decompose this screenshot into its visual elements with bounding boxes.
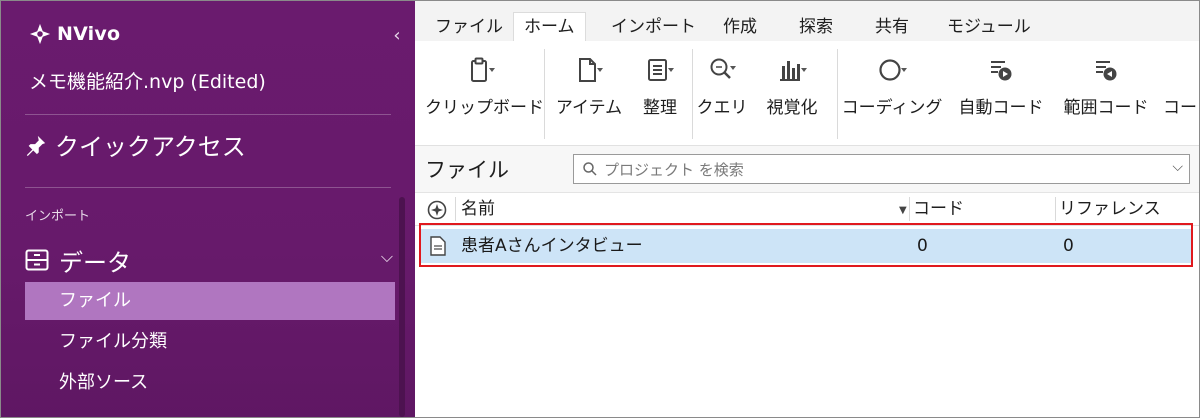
column-header-reference[interactable]: リファレンス	[1059, 193, 1161, 225]
app-window: NVivo ‹ メモ機能紹介.nvp (Edited) クイックアクセス インポ…	[0, 0, 1200, 418]
auto-code-icon	[991, 61, 1012, 81]
data-group-label: データ	[59, 248, 131, 277]
organize-button[interactable]: 整理	[633, 41, 687, 145]
section-import-label: インポート	[25, 209, 91, 224]
search-input[interactable]	[602, 158, 1166, 182]
auto-code-button[interactable]: 自動コード	[953, 41, 1049, 145]
app-name: NVivo	[57, 23, 121, 45]
brand: NVivo	[29, 23, 120, 45]
column-separator	[455, 197, 456, 221]
document-icon	[579, 58, 603, 82]
highlight-box	[419, 223, 1193, 267]
project-name: メモ機能紹介.nvp (Edited)	[29, 71, 266, 93]
organize-icon	[648, 59, 674, 81]
ribbon-separator	[837, 49, 838, 139]
ribbon: クリップボード アイテム 整理 クエリ 視覚化 コーディング 自動コード 範囲コ…	[415, 41, 1199, 146]
auto-code-label: 自動コード	[958, 98, 1044, 118]
ribbon-separator	[692, 49, 693, 139]
tab-import[interactable]: インポート	[601, 13, 706, 41]
data-drawer-icon	[25, 249, 49, 271]
divider	[25, 187, 391, 188]
tab-explore[interactable]: 探索	[789, 13, 843, 41]
column-header-code[interactable]: コード	[913, 193, 964, 225]
clipboard-label: クリップボード	[425, 98, 544, 118]
overflow-button[interactable]: コー	[1163, 41, 1199, 145]
tab-home[interactable]: ホーム	[513, 12, 586, 41]
sidebar-scrollbar[interactable]	[399, 197, 405, 417]
chevron-down-icon[interactable]: ⌵	[381, 247, 393, 267]
ribbon-tabs: ファイル ホーム インポート 作成 探索 共有 モジュール	[415, 1, 1199, 41]
clipboard-button[interactable]: クリップボード	[425, 41, 544, 145]
tab-create[interactable]: 作成	[713, 13, 767, 41]
coding-circle-icon	[879, 59, 907, 81]
query-button[interactable]: クエリ	[695, 41, 749, 145]
sidebar-item-files[interactable]: ファイル	[25, 282, 395, 320]
sort-descending-icon[interactable]: ▼	[899, 205, 907, 216]
range-code-label: 範囲コード	[1063, 98, 1149, 118]
overflow-label: コー	[1163, 98, 1197, 118]
column-header-name[interactable]: 名前	[461, 193, 495, 225]
collapse-sidebar-icon[interactable]: ‹	[387, 25, 407, 47]
main-area: ファイル ホーム インポート 作成 探索 共有 モジュール クリップボード アイ…	[415, 1, 1199, 417]
panel-title: ファイル	[425, 158, 509, 182]
chevron-down-icon[interactable]: ⌵	[1172, 159, 1183, 175]
sidebar-item-external-sources[interactable]: 外部ソース	[25, 364, 395, 402]
tab-file[interactable]: ファイル	[425, 13, 513, 41]
item-label: アイテム	[555, 98, 623, 118]
query-magnifier-icon	[710, 58, 736, 79]
compass-column-icon[interactable]	[427, 200, 447, 220]
clipboard-icon	[471, 57, 495, 82]
quick-access-label: クイックアクセス	[55, 133, 246, 161]
divider	[25, 114, 391, 115]
sidebar: NVivo ‹ メモ機能紹介.nvp (Edited) クイックアクセス インポ…	[1, 1, 415, 417]
visualize-label: 視覚化	[766, 98, 818, 118]
tab-module[interactable]: モジュール	[937, 13, 1041, 41]
data-group[interactable]: データ ⌵	[25, 243, 395, 277]
search-box[interactable]: ⌵	[573, 154, 1190, 184]
item-button[interactable]: アイテム	[551, 41, 627, 145]
organize-label: 整理	[643, 98, 677, 118]
search-icon	[583, 162, 597, 176]
query-label: クエリ	[696, 98, 748, 118]
range-code-icon	[1096, 61, 1117, 81]
range-code-button[interactable]: 範囲コード	[1057, 41, 1155, 145]
column-separator	[909, 197, 910, 221]
table-header: 名前 ▼ コード リファレンス	[415, 193, 1199, 226]
coding-label: コーディング	[841, 98, 943, 118]
tab-share[interactable]: 共有	[865, 13, 919, 41]
bar-chart-icon	[780, 61, 807, 81]
sidebar-item-label: ファイル分類	[59, 331, 167, 352]
sidebar-item-label: ファイル	[59, 290, 131, 311]
visualize-button[interactable]: 視覚化	[755, 41, 829, 145]
file-table: 名前 ▼ コード リファレンス 患者Aさんインタビュー 0 0	[415, 193, 1199, 417]
pin-icon	[26, 135, 46, 156]
coding-button[interactable]: コーディング	[841, 41, 943, 145]
quick-access[interactable]: クイックアクセス	[25, 127, 246, 162]
ribbon-separator	[544, 49, 545, 139]
sidebar-item-file-classification[interactable]: ファイル分類	[25, 323, 395, 361]
nvivo-logo-icon	[29, 23, 51, 45]
file-panel-header: ファイル ⌵	[415, 146, 1199, 193]
sidebar-item-label: 外部ソース	[59, 372, 149, 393]
column-separator	[1055, 197, 1056, 221]
